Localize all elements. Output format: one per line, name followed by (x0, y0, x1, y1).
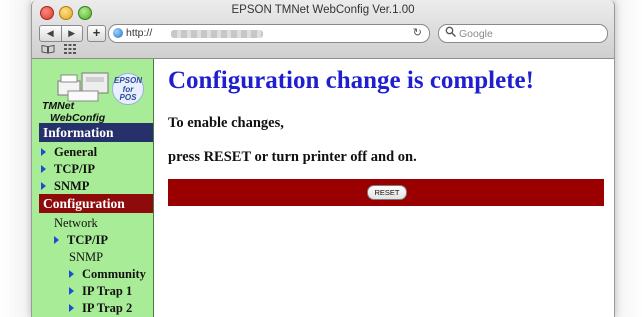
configuration-header: Configuration (39, 194, 153, 213)
sidebar-item-label: IP Trap 1 (82, 284, 133, 298)
arrow-right-icon (41, 148, 46, 156)
arrow-right-icon (69, 287, 74, 295)
sidebar-item-label: TCP/IP (54, 162, 95, 176)
search-placeholder: Google (459, 28, 493, 40)
nav-buttons: ◀ ▶ (39, 25, 83, 42)
browser-window: EPSON TMNet WebConfig Ver.1.00 ◀ ▶ + htt… (31, 0, 615, 317)
arrow-right-icon (69, 304, 74, 312)
arrow-right-icon (41, 182, 46, 190)
forward-button[interactable]: ▶ (60, 26, 83, 41)
search-field[interactable]: Google (438, 24, 608, 43)
backdrop-right (613, 0, 643, 317)
back-button[interactable]: ◀ (40, 26, 61, 41)
reset-button[interactable]: RESET (367, 185, 407, 200)
sidebar-item-label: General (54, 145, 98, 159)
main-content: Configuration change is complete! To ena… (154, 59, 614, 317)
globe-icon (113, 28, 123, 38)
sidebar-item-network-tcpip[interactable]: TCP/IP (54, 233, 108, 247)
sidebar-item-tcpip[interactable]: TCP/IP (41, 162, 95, 176)
sidebar-item-ip-trap-2[interactable]: IP Trap 2 (69, 301, 132, 315)
tmnet-webconfig-logo: EPSON for POS TMNet WebConfig (42, 65, 144, 124)
backdrop-left (0, 0, 31, 317)
snmp-label: SNMP (69, 250, 104, 264)
address-url: http:// (126, 27, 153, 39)
top-sites-icon[interactable] (64, 44, 76, 57)
title-bar: EPSON TMNet WebConfig Ver.1.00 ◀ ▶ + htt… (32, 0, 614, 59)
sidebar-item-ip-trap-1[interactable]: IP Trap 1 (69, 284, 132, 298)
search-icon (445, 26, 457, 41)
sidebar-item-label: SNMP (54, 179, 90, 193)
sidebar: EPSON for POS TMNet WebConfig Information … (32, 59, 154, 317)
arrow-right-icon (54, 236, 59, 244)
reload-icon[interactable]: ↻ (413, 26, 422, 39)
arrow-right-icon (69, 270, 74, 278)
page-title: Configuration change is complete! (168, 67, 534, 94)
printer-icon (57, 72, 109, 102)
redacted-host (171, 30, 263, 38)
epson-pos-badge: EPSON for POS (112, 73, 144, 105)
window-title: EPSON TMNet WebConfig Ver.1.00 (231, 4, 415, 16)
reset-bar: RESET (168, 179, 604, 206)
message-line-1: To enable changes, (168, 115, 284, 131)
sidebar-item-snmp[interactable]: SNMP (41, 179, 89, 193)
logo-text-tmnet: TMNet (42, 100, 75, 112)
sidebar-item-community[interactable]: Community (69, 267, 146, 281)
sidebar-item-general[interactable]: General (41, 145, 97, 159)
sidebar-item-label: IP Trap 2 (82, 301, 133, 315)
message-line-2: press RESET or turn printer off and on. (168, 149, 417, 165)
sidebar-item-label: Community (82, 267, 146, 281)
add-bookmark-button[interactable]: + (87, 25, 106, 42)
sidebar-item-label: TCP/IP (67, 233, 108, 247)
address-bar[interactable]: http:// ↻ (108, 24, 430, 43)
information-header: Information (39, 123, 153, 142)
network-label: Network (54, 216, 98, 230)
arrow-right-icon (41, 165, 46, 173)
book-icon[interactable] (41, 44, 55, 57)
